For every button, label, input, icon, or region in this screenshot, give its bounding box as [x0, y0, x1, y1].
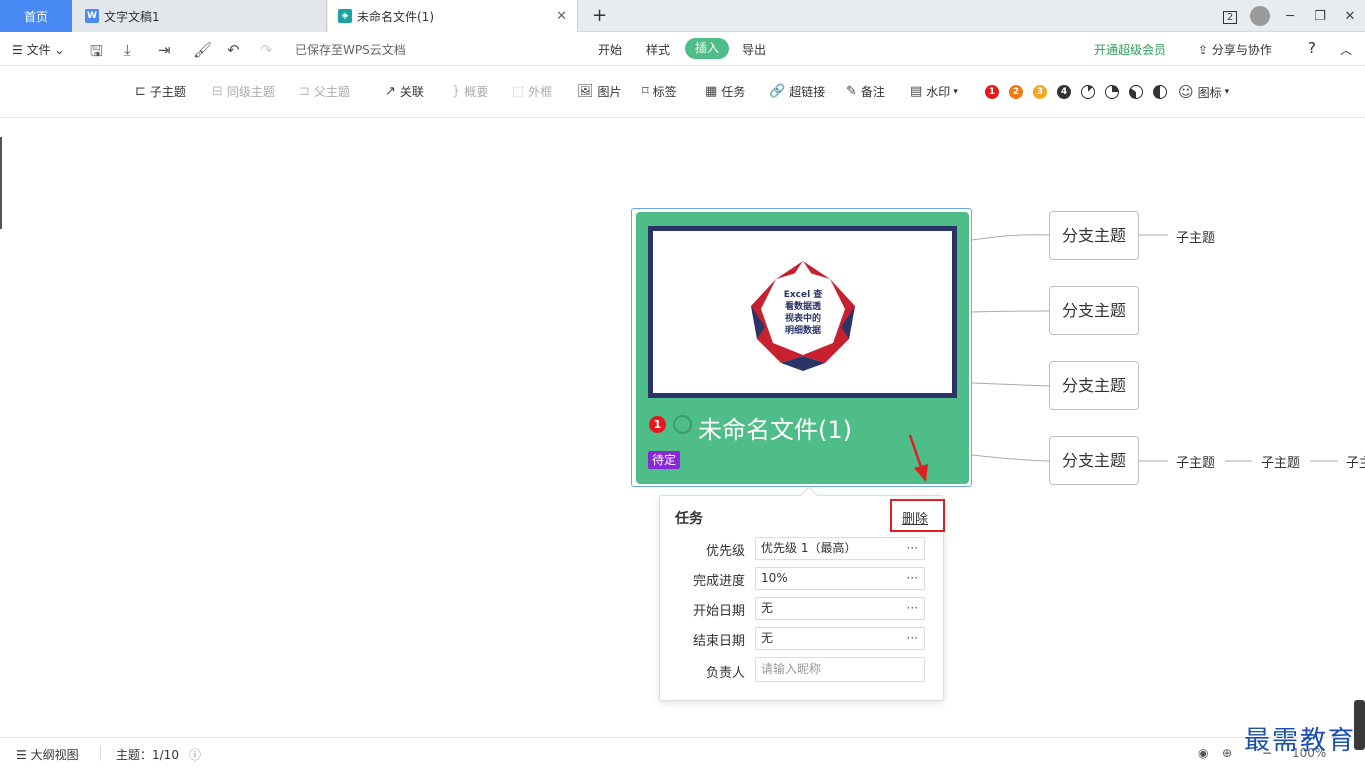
priority-label: 优先级	[705, 544, 745, 559]
subtopic-4a[interactable]: 子主题	[1176, 452, 1215, 471]
more-icon[interactable]: ···	[907, 568, 918, 589]
progress-marker-icon[interactable]	[673, 415, 692, 434]
task-panel-title: 任务	[675, 511, 703, 527]
start-date-field[interactable]: 无 ···	[755, 597, 925, 620]
red-arrow-annotation	[908, 434, 928, 482]
watermark-text: 最需教育	[1244, 726, 1357, 756]
more-icon[interactable]: ···	[907, 598, 918, 619]
end-date-field[interactable]: 无 ···	[755, 627, 925, 650]
outline-view-button[interactable]: ☰ 大纲视图	[16, 746, 79, 763]
task-status-tag[interactable]: 待定	[648, 451, 681, 469]
more-icon[interactable]: ···	[907, 628, 918, 649]
branch-topic-2[interactable]: 分支主题	[1049, 286, 1139, 335]
root-topic-image[interactable]: Excel 查 看数据透 视表中的 明细数据	[648, 226, 957, 398]
assignee-placeholder: 请输入昵称	[761, 662, 822, 676]
end-date-label: 结束日期	[692, 634, 745, 649]
topic-count: 主题：1/10	[116, 748, 179, 762]
eye-icon[interactable]: ◉	[1198, 746, 1208, 760]
image-caption: Excel 查 看数据透 视表中的 明细数据	[783, 290, 823, 336]
help-circle-icon[interactable]: ⓘ	[189, 746, 201, 763]
end-date-value: 无	[761, 631, 774, 645]
assignee-label: 负责人	[705, 666, 745, 681]
root-topic-title[interactable]: 未命名文件(1)	[698, 410, 852, 445]
delete-highlight-box	[890, 499, 945, 532]
assignee-input[interactable]: 请输入昵称	[755, 657, 925, 682]
priority-marker-icon[interactable]: 1	[649, 416, 666, 433]
start-date-label: 开始日期	[692, 604, 745, 619]
branch-topic-4[interactable]: 分支主题	[1049, 436, 1139, 485]
progress-label: 完成进度	[692, 574, 745, 589]
status-bar: ☰ 大纲视图 主题：1/10 ⓘ ◉ ⊕ − 100%	[0, 737, 1365, 768]
priority-field[interactable]: 优先级 1（最高） ···	[755, 537, 925, 560]
subtopic-4b[interactable]: 子主题	[1261, 452, 1300, 471]
status-divider	[100, 746, 101, 761]
priority-value: 优先级 1（最高）	[761, 541, 857, 555]
progress-value: 10%	[761, 571, 788, 585]
branch-topic-3[interactable]: 分支主题	[1049, 361, 1139, 410]
outline-view-label: 大纲视图	[30, 748, 79, 762]
subtopic-1[interactable]: 子主题	[1176, 227, 1215, 246]
branch-topic-1[interactable]: 分支主题	[1049, 211, 1139, 260]
more-icon[interactable]: ···	[907, 538, 918, 559]
start-date-value: 无	[761, 601, 774, 615]
locate-icon[interactable]: ⊕	[1222, 746, 1232, 760]
subtopic-4c[interactable]: 子主	[1346, 452, 1365, 471]
progress-field[interactable]: 10% ···	[755, 567, 925, 590]
